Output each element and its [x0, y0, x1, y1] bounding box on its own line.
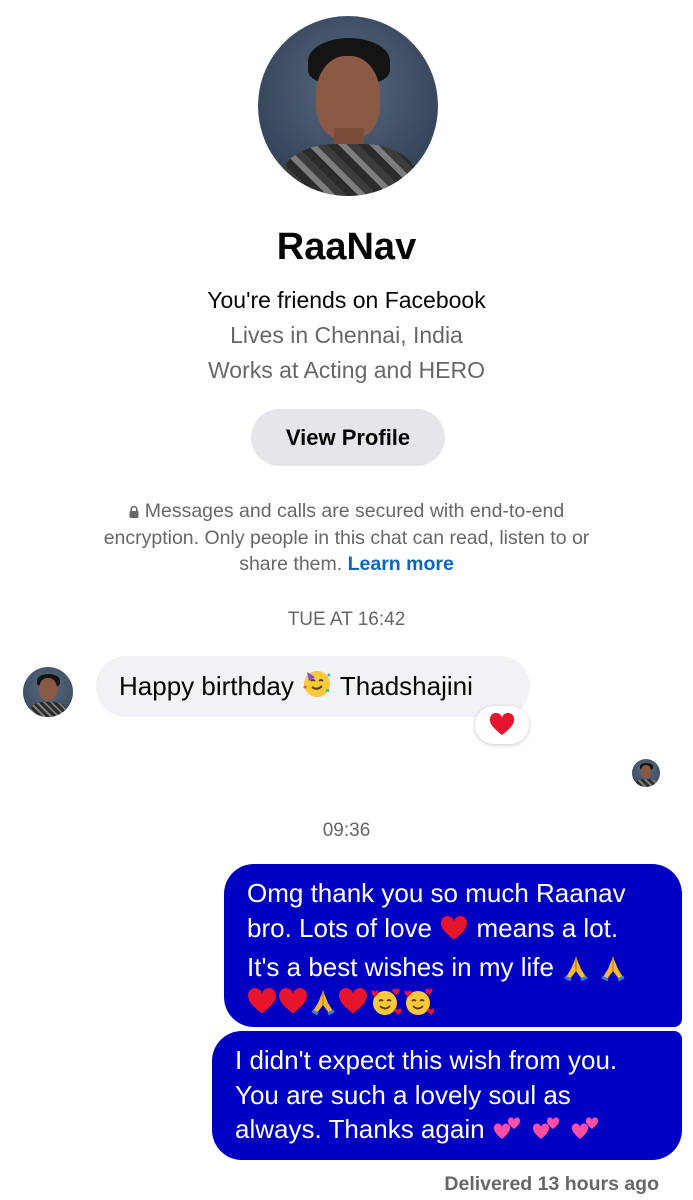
message-text: bro. Lots of love [247, 912, 432, 943]
message-line: It's a best wishes in my life [247, 950, 666, 990]
message-line: I didn't expect this wish from you. [235, 1045, 618, 1075]
heart-reaction[interactable] [475, 706, 529, 744]
seen-avatar [632, 759, 660, 787]
incoming-message-text-end: Thadshajini [339, 671, 473, 701]
encryption-text: Messages and calls are secured with end-… [103, 500, 590, 575]
folded-hands-emoji [309, 989, 337, 1024]
message-text: It's a best wishes in my life [247, 952, 554, 982]
folded-hands-emoji [562, 955, 590, 990]
red-heart-emoji [278, 988, 308, 1025]
sender-avatar[interactable] [23, 667, 73, 717]
friends-status: You're friends on Facebook [207, 287, 486, 313]
lock-icon [129, 506, 139, 518]
outgoing-message-bubble[interactable]: I didn't expect this wish from you. You … [212, 1031, 682, 1160]
red-heart-emoji [338, 988, 368, 1025]
red-heart-emoji [489, 713, 515, 735]
lives-in: Lives in Chennai, India [230, 322, 463, 348]
emoji-row [247, 988, 666, 1025]
two-hearts-emoji [532, 1115, 562, 1152]
timestamp-tuesday: TUE AT 16:42 [287, 609, 406, 630]
smiling-face-with-hearts-emoji [369, 986, 402, 1027]
incoming-message-text-start: Happy birthday [119, 671, 294, 701]
message-line: You are such a lovely soul as [235, 1079, 571, 1110]
message-line: bro. Lots of love means a lot. [247, 911, 666, 951]
message-line: Omg thank you so much Raanav [247, 878, 626, 908]
two-hearts-emoji [493, 1115, 523, 1152]
timestamp-0936: 09:36 [322, 820, 371, 841]
smiling-face-with-hearts-emoji [402, 986, 435, 1027]
avatar-shirt [282, 144, 416, 196]
encryption-notice: Messages and calls are secured with end-… [95, 498, 598, 578]
folded-hands-emoji [599, 955, 627, 990]
message-line: always. Thanks again [235, 1112, 670, 1152]
two-hearts-emoji [571, 1115, 601, 1152]
message-text: means a lot. [476, 912, 619, 943]
profile-name: RaaNav [276, 226, 417, 268]
partying-face-emoji [301, 667, 333, 706]
red-heart-emoji [247, 988, 277, 1025]
outgoing-message-bubble[interactable]: Omg thank you so much Raanav bro. Lots o… [224, 864, 682, 1027]
message-text: always. Thanks again [235, 1114, 485, 1144]
view-profile-button[interactable]: View Profile [251, 409, 445, 466]
profile-avatar[interactable] [258, 16, 438, 196]
delivered-status: Delivered 13 hours ago [444, 1173, 659, 1195]
red-heart-emoji [440, 915, 468, 951]
works-at: Works at Acting and HERO [208, 357, 485, 383]
incoming-message-bubble[interactable]: Happy birthday Thadshajini [96, 656, 530, 717]
learn-more-link[interactable]: Learn more [348, 553, 454, 575]
